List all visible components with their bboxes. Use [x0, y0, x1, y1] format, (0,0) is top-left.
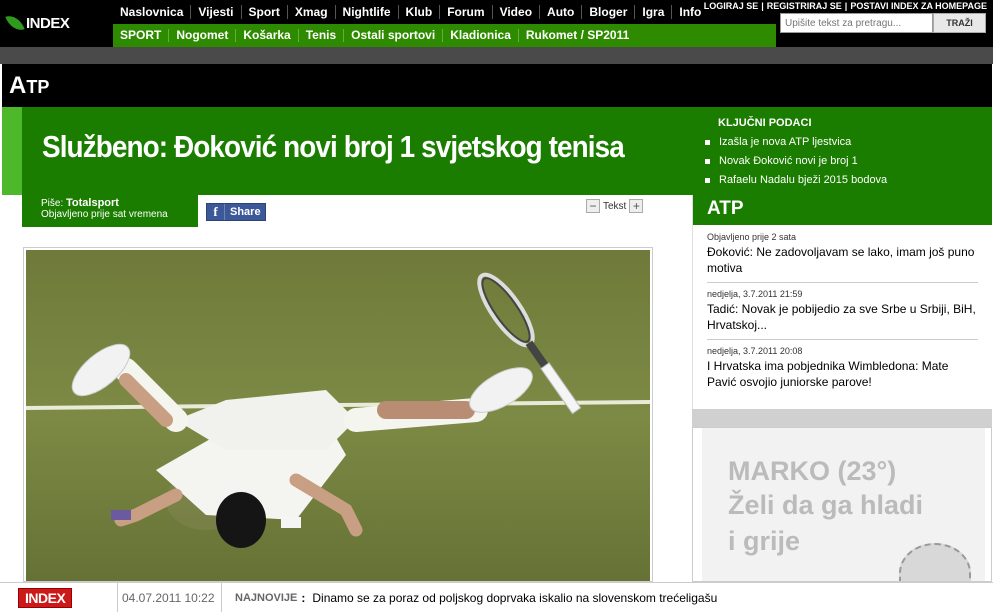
article-byline: Piše: Totalsport Objavljeno prije sat vr…	[22, 195, 198, 227]
header-divider	[0, 47, 993, 64]
ad-line: MARKO (23°)	[728, 456, 897, 486]
nav-auto[interactable]: Auto	[540, 5, 583, 19]
text-size-control: − Tekst +	[586, 199, 644, 213]
link-separator: |	[761, 1, 764, 11]
news-date: nedjelja, 3.7.2011 21:59	[707, 289, 803, 299]
ticker-separator: :	[301, 590, 306, 605]
nav-nightlife[interactable]: Nightlife	[336, 5, 399, 19]
ad-line: i grije	[728, 526, 801, 556]
byline-prefix: Piše:	[41, 198, 64, 209]
decrease-text-button[interactable]: −	[586, 199, 600, 213]
article-headline: Službeno: Đoković novi broj 1 svjetskog …	[42, 129, 625, 164]
news-link[interactable]: Đoković: Ne zadovoljavam se lako, imam j…	[707, 244, 978, 276]
subnav-nogomet[interactable]: Nogomet	[169, 29, 237, 42]
increase-text-button[interactable]: +	[629, 199, 644, 213]
nav-naslovnica[interactable]: Naslovnica	[113, 5, 192, 19]
search-form: TRAŽI	[780, 13, 988, 33]
key-fact-item: Rafaelu Nadalu bježi 2015 bodova	[705, 174, 992, 186]
news-item[interactable]: Objavljeno prije 2 sata Đoković: Ne zado…	[707, 231, 978, 283]
atp-related-news: ATP Objavljeno prije 2 sata Đoković: Ne …	[692, 195, 992, 409]
nav-vijesti[interactable]: Vijesti	[191, 5, 242, 19]
nav-xmag[interactable]: Xmag	[288, 5, 336, 19]
user-links: LOGIRAJ SE | REGISTRIRAJ SE | POSTAVI IN…	[704, 1, 987, 11]
key-facts-panel: KLJUČNI PODACI Izašla je nova ATP ljestv…	[692, 107, 992, 195]
facebook-icon: f	[207, 204, 225, 220]
key-fact-item: Izašla je nova ATP ljestvica	[705, 136, 992, 148]
subnav-ostali-sportovi[interactable]: Ostali sportovi	[344, 29, 444, 42]
nav-forum[interactable]: Forum	[440, 5, 493, 19]
news-link[interactable]: Tadić: Novak je pobijedio za sve Srbe u …	[707, 301, 978, 333]
link-separator: |	[844, 1, 848, 11]
subnav-sport[interactable]: SPORT	[113, 29, 170, 42]
sport-subnavigation: SPORT Nogomet Košarka Tenis Ostali sport…	[113, 24, 776, 47]
ad-person-image	[899, 543, 971, 581]
published-time: Objavljeno prije sat vremena	[41, 209, 168, 220]
ad-line: Želi da ga hladi	[728, 490, 924, 520]
nav-klub[interactable]: Klub	[399, 5, 441, 19]
register-link[interactable]: REGISTRIRAJ SE	[767, 1, 842, 11]
top-navigation: Naslovnica Vijesti Sport Xmag Nightlife …	[113, 0, 708, 24]
author-name[interactable]: Totalsport	[66, 197, 119, 209]
footer-logo[interactable]: INDEX	[0, 583, 118, 612]
news-item[interactable]: nedjelja, 3.7.2011 20:08 I Hrvatska ima …	[707, 345, 978, 396]
news-date: Objavljeno prije 2 sata	[707, 232, 797, 242]
top-bar: INDEX Naslovnica Vijesti Sport Xmag Nigh…	[0, 0, 993, 47]
subnav-tenis[interactable]: Tenis	[299, 29, 345, 42]
share-label: Share	[230, 206, 261, 218]
news-item[interactable]: nedjelja, 3.7.2011 21:59 Tadić: Novak je…	[707, 288, 978, 340]
leaf-icon	[5, 12, 25, 34]
nav-sport[interactable]: Sport	[242, 5, 288, 19]
key-facts-title: KLJUČNI PODACI	[718, 117, 812, 129]
news-link[interactable]: I Hrvatska ima pobjednika Wimbledona: Ma…	[707, 358, 978, 390]
logo-text: INDEX	[26, 14, 70, 32]
left-margin	[2, 195, 22, 582]
search-input[interactable]	[780, 13, 933, 33]
right-column-gap	[672, 195, 692, 582]
subnav-kladionica[interactable]: Kladionica	[443, 29, 519, 42]
subnav-kosarka[interactable]: Košarka	[236, 29, 299, 42]
set-homepage-link[interactable]: POSTAVI INDEX ZA HOMEPAGE	[850, 1, 987, 11]
news-date: nedjelja, 3.7.2011 20:08	[707, 346, 803, 356]
index-logo[interactable]: INDEX	[5, 8, 108, 38]
ticker-timestamp: 04.07.2011 10:22	[118, 583, 222, 612]
nav-igra[interactable]: Igra	[635, 5, 673, 19]
article-photo[interactable]	[23, 247, 653, 582]
tennis-player-image	[26, 250, 650, 581]
latest-news-ticker: INDEX 04.07.2011 10:22 NAJNOVIJE : Dinam…	[0, 582, 993, 612]
ticker-headline[interactable]: Dinamo se za poraz od poljskog doprvaka …	[312, 591, 717, 605]
search-button[interactable]: TRAŽI	[933, 13, 986, 33]
nav-bloger[interactable]: Bloger	[582, 5, 636, 19]
subnav-rukomet[interactable]: Rukomet / SP2011	[519, 29, 636, 42]
section-title[interactable]: ATP	[9, 72, 49, 100]
facebook-share-button[interactable]: f Share	[206, 203, 266, 221]
article-header: Službeno: Đoković novi broj 1 svjetskog …	[2, 107, 692, 195]
section-title-initial: A	[9, 72, 27, 99]
text-size-label: Tekst	[603, 200, 627, 212]
login-link[interactable]: LOGIRAJ SE	[704, 1, 759, 11]
advertisement-banner[interactable]: MARKO (23°) Želi da ga hladi i grije	[692, 427, 992, 582]
nav-video[interactable]: Video	[493, 5, 541, 19]
section-bar: ATP	[2, 64, 992, 107]
key-fact-item: Novak Đoković novi je broj 1	[705, 155, 992, 167]
footer-logo-text: INDEX	[18, 587, 73, 608]
ad-background: MARKO (23°) Želi da ga hladi i grije	[702, 428, 985, 581]
sidebar-divider	[692, 409, 992, 427]
section-title-rest: TP	[26, 77, 50, 97]
ticker-label: NAJNOVIJE	[235, 591, 298, 604]
atp-box-title[interactable]: ATP	[693, 195, 992, 225]
